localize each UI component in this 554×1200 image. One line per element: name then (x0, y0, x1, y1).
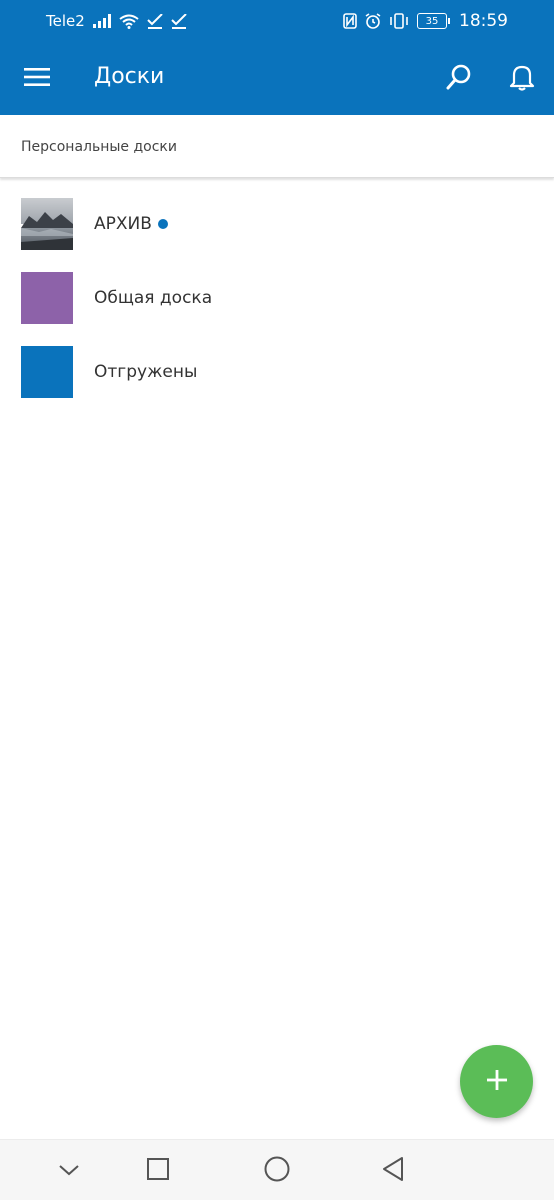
check-icon (171, 13, 187, 29)
plus-icon (485, 1068, 509, 1096)
board-label: Отгружены (94, 362, 197, 382)
notifications-button[interactable] (505, 62, 539, 96)
board-name: АРХИВ (94, 214, 152, 234)
status-left: Tele2 (46, 12, 187, 30)
add-board-button[interactable] (460, 1045, 533, 1118)
board-thumbnail-photo (21, 198, 73, 250)
unread-indicator (157, 219, 168, 229)
board-name: Отгружены (94, 362, 198, 382)
bell-icon (509, 63, 535, 95)
square-icon (146, 1157, 170, 1185)
screen: Tele2 35 18:59 Доски Персональные доски … (0, 0, 554, 1200)
board-list: АРХИВ Общая доска Отгружены (0, 186, 554, 408)
nav-recents-button[interactable] (142, 1155, 174, 1187)
back-triangle-icon (381, 1156, 405, 1186)
status-right: 35 18:59 (343, 11, 508, 31)
board-thumbnail-color (21, 346, 73, 398)
chevron-down-icon (58, 1162, 80, 1181)
alarm-icon (365, 13, 381, 29)
nfc-icon (343, 13, 357, 29)
status-bar: Tele2 35 18:59 (0, 0, 554, 42)
system-nav-bar (0, 1139, 554, 1200)
board-item[interactable]: Отгружены (0, 334, 554, 408)
section-title: Персональные доски (21, 139, 177, 155)
search-button[interactable] (442, 62, 476, 96)
signal-icon (92, 14, 111, 28)
board-label: АРХИВ (94, 214, 168, 234)
search-icon (445, 63, 473, 95)
app-bar: Доски (0, 42, 554, 115)
nav-hide-button[interactable] (53, 1155, 85, 1187)
menu-button[interactable] (22, 64, 52, 94)
battery-icon: 35 (417, 13, 450, 29)
circle-icon (263, 1155, 291, 1187)
board-item[interactable]: Общая доска (0, 260, 554, 334)
nav-home-button[interactable] (261, 1155, 293, 1187)
nav-back-button[interactable] (377, 1155, 409, 1187)
clock: 18:59 (459, 11, 508, 31)
page-title: Доски (94, 64, 165, 89)
board-label: Общая доска (94, 288, 212, 308)
board-name: Общая доска (94, 288, 213, 308)
board-item[interactable]: АРХИВ (0, 186, 554, 260)
wifi-icon (119, 14, 139, 29)
board-thumbnail-color (21, 272, 73, 324)
vibrate-icon (389, 13, 409, 29)
section-header: Персональные доски (0, 115, 554, 178)
carrier-label: Tele2 (46, 12, 85, 30)
menu-icon (24, 67, 50, 91)
check-icon (147, 13, 163, 29)
